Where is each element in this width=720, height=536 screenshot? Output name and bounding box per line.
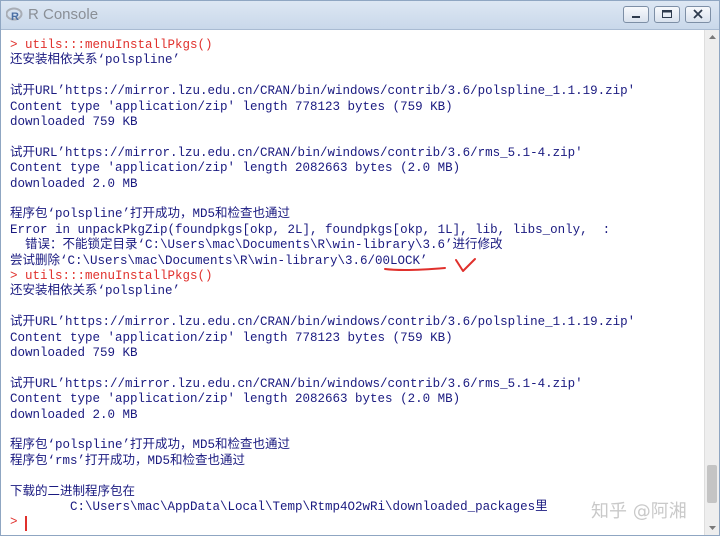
console-output-line: downloaded 759 KB bbox=[10, 115, 138, 129]
console-output-line: 还安装相依关系‘polspline’ bbox=[10, 284, 181, 299]
scroll-down-arrow-icon[interactable] bbox=[705, 520, 719, 535]
console-output-line: 程序包‘rms’打开成功，MD5和检查也通过 bbox=[10, 453, 246, 468]
console-command-line: > bbox=[10, 515, 26, 530]
console-output-line: Error in unpackPkgZip(foundpkgs[okp, 2L]… bbox=[10, 222, 611, 237]
console-output-line: 试开URL’https://mirror.lzu.edu.cn/CRAN/bin… bbox=[10, 145, 583, 160]
watermark-text: 知乎 @阿湘 bbox=[591, 501, 687, 522]
scrollbar-thumb[interactable] bbox=[707, 464, 717, 503]
console-output-line: 还安装相依关系‘polspline’ bbox=[10, 53, 181, 68]
console-output-line: 尝试删除‘C:\Users\mac\Documents\R\win-librar… bbox=[10, 253, 428, 268]
close-icon bbox=[693, 9, 703, 19]
console-output-line: downloaded 2.0 MB bbox=[10, 176, 138, 191]
text-cursor bbox=[25, 516, 27, 531]
console-output-line: 试开URL’https://mirror.lzu.edu.cn/CRAN/bin… bbox=[10, 315, 636, 330]
console-output-line: 试开URL’https://mirror.lzu.edu.cn/CRAN/bin… bbox=[10, 376, 583, 391]
title-bar[interactable]: R R Console bbox=[1, 1, 719, 30]
console-output-line: Content type 'application/zip' length 77… bbox=[10, 330, 453, 345]
minimize-button[interactable] bbox=[623, 6, 649, 23]
maximize-icon bbox=[662, 10, 672, 18]
console-output-line: 下载的二进制程序包在 bbox=[10, 484, 136, 499]
scroll-up-arrow-icon[interactable] bbox=[705, 30, 719, 45]
console-output[interactable]: > utils:::menuInstallPkgs() 还安装相依关系‘polsp… bbox=[1, 30, 704, 535]
console-output-line: C:\Users\mac\AppData\Local\Temp\Rtmp4O2w… bbox=[10, 500, 548, 514]
console-output-line: Content type 'application/zip' length 77… bbox=[10, 99, 453, 114]
window-title: R Console bbox=[28, 6, 99, 23]
console-output-line: 程序包‘polspline’打开成功，MD5和检查也通过 bbox=[10, 438, 291, 453]
vertical-scrollbar[interactable] bbox=[704, 30, 719, 535]
console-output-line: Content type 'application/zip' length 20… bbox=[10, 392, 461, 407]
r-logo-icon: R bbox=[5, 6, 23, 23]
console-output-line: 程序包‘polspline’打开成功，MD5和检查也通过 bbox=[10, 207, 291, 222]
console-output-line: 错误：不能锁定目录‘C:\Users\mac\Documents\R\win-l… bbox=[10, 238, 503, 253]
svg-text:R: R bbox=[11, 11, 19, 23]
console-output-line: 试开URL’https://mirror.lzu.edu.cn/CRAN/bin… bbox=[10, 84, 636, 99]
console-output-line: downloaded 759 KB bbox=[10, 346, 138, 360]
minimize-icon bbox=[632, 16, 640, 18]
console-output-line: Content type 'application/zip' length 20… bbox=[10, 161, 461, 176]
console-command-line: > utils:::menuInstallPkgs() bbox=[10, 38, 213, 52]
close-button[interactable] bbox=[685, 6, 711, 23]
r-console-window: R R Console > utils:::menuInstallPkgs() 还… bbox=[0, 0, 720, 536]
console-command-line: > utils:::menuInstallPkgs() bbox=[10, 269, 213, 283]
console-output-line: downloaded 2.0 MB bbox=[10, 407, 138, 422]
maximize-button[interactable] bbox=[654, 6, 680, 23]
